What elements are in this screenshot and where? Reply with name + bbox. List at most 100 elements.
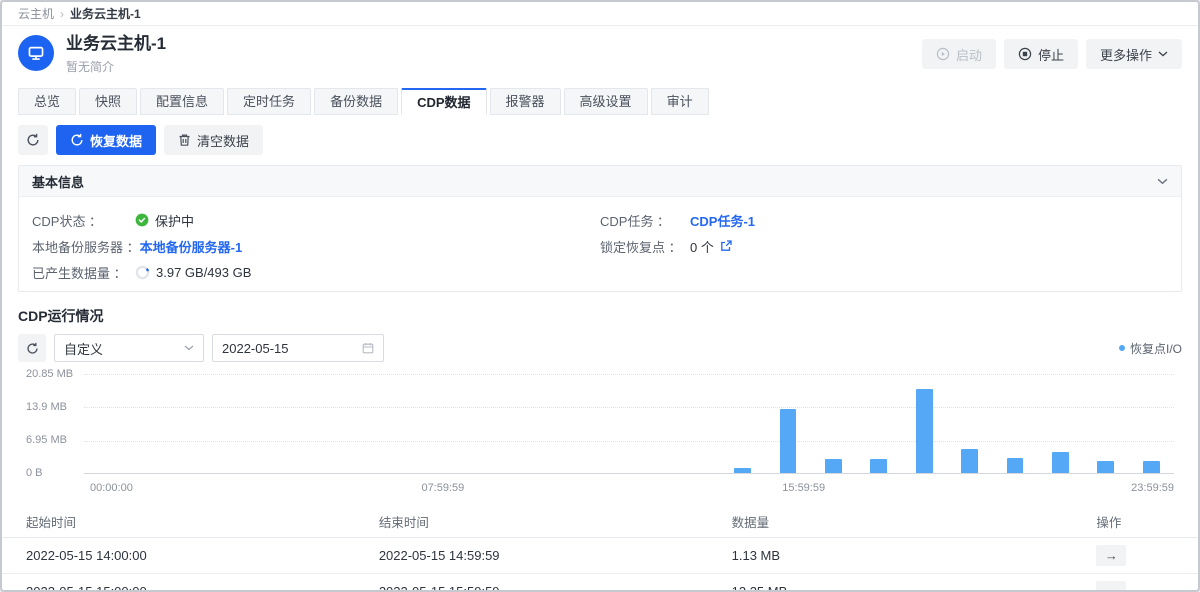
- vm-avatar: [18, 35, 54, 71]
- vm-detail-window: 云主机 › 业务云主机-1 业务云主机-1 暂无简介 启动: [0, 0, 1200, 592]
- basic-info-body: CDP状态 ： 保护中 本地备份服务器 ： 本地备份服务器-1 已产生数据量 ：: [19, 197, 1181, 291]
- chart-bar: [961, 449, 978, 473]
- range-select[interactable]: 自定义: [54, 334, 204, 362]
- basic-info-title: 基本信息: [32, 172, 84, 191]
- trash-icon: [178, 133, 191, 147]
- monitor-icon: [27, 44, 45, 62]
- table-header-row: 起始时间 结束时间 数据量 操作: [2, 506, 1198, 538]
- tab-bar: 总览 快照 配置信息 定时任务 备份数据 CDP数据 报警器 高级设置 审计: [2, 88, 1198, 115]
- basic-info-left-col: CDP状态 ： 保护中 本地备份服务器 ： 本地备份服务器-1 已产生数据量 ：: [32, 207, 600, 285]
- cdp-status-value: 保护中: [155, 211, 194, 230]
- cdp-status-row: CDP状态 ： 保护中: [32, 207, 600, 233]
- y-tick-3: 0 B: [26, 467, 43, 479]
- legend-dot-icon: [1119, 345, 1125, 351]
- y-tick-2: 6.95 MB: [26, 434, 67, 446]
- refresh-icon: [26, 133, 40, 147]
- row-restore-button[interactable]: →: [1096, 581, 1126, 592]
- cdp-task-link[interactable]: CDP任务-1: [690, 211, 755, 230]
- cdp-toolbar: 恢复数据 清空数据: [2, 125, 1198, 155]
- arrow-right-icon: →: [1105, 548, 1118, 563]
- col-actions: 操作: [1072, 512, 1198, 531]
- x-tick-1: 07:59:59: [421, 482, 464, 494]
- y-tick-0: 20.85 MB: [26, 368, 73, 380]
- tab-alerts[interactable]: 报警器: [490, 88, 561, 115]
- refresh-button[interactable]: [18, 125, 48, 155]
- tab-scheduled-tasks[interactable]: 定时任务: [227, 88, 311, 115]
- basic-info-panel: 基本信息 CDP状态 ： 保护中 本地备份服务器 ： 本: [18, 165, 1182, 292]
- locked-points-value: 0 个: [690, 237, 714, 256]
- basic-info-right-col: CDP任务 ： CDP任务-1 锁定恢复点 ： 0 个: [600, 207, 1168, 285]
- chart-bar: [870, 459, 887, 473]
- date-picker[interactable]: 2022-05-15: [212, 334, 384, 362]
- restore-data-label: 恢复数据: [90, 131, 142, 150]
- cell-end-time: 2022-05-15 15:59:59: [355, 584, 708, 592]
- tab-snapshot[interactable]: 快照: [79, 88, 137, 115]
- more-actions-label: 更多操作: [1100, 45, 1152, 64]
- tab-backup-data[interactable]: 备份数据: [314, 88, 398, 115]
- chart-bar: [1052, 452, 1069, 473]
- page-title: 业务云主机-1: [66, 33, 166, 55]
- stop-button[interactable]: 停止: [1004, 39, 1078, 69]
- backup-server-row: 本地备份服务器 ： 本地备份服务器-1: [32, 233, 600, 259]
- table-row: 2022-05-15 14:00:00 2022-05-15 14:59:59 …: [2, 538, 1198, 574]
- row-restore-button[interactable]: →: [1096, 545, 1126, 566]
- chart-bar: [1007, 458, 1024, 473]
- chart-bar: [1097, 461, 1114, 473]
- stop-circle-icon: [1018, 47, 1032, 61]
- chart-plot: [84, 374, 1174, 474]
- page-header: 业务云主机-1 暂无简介 启动 停止 更多操作: [2, 26, 1198, 82]
- tab-overview[interactable]: 总览: [18, 88, 76, 115]
- play-circle-icon: [936, 47, 950, 61]
- generated-data-label: 已产生数据量 ：: [32, 263, 135, 282]
- usage-donut-icon: [135, 265, 150, 280]
- range-select-value: 自定义: [64, 339, 103, 358]
- tab-audit[interactable]: 审计: [651, 88, 709, 115]
- legend-label: 恢复点I/O: [1130, 340, 1182, 357]
- chart-controls: 自定义 2022-05-15 恢复点I/O: [18, 334, 1182, 362]
- col-end-time: 结束时间: [355, 512, 708, 531]
- clear-data-label: 清空数据: [197, 131, 249, 150]
- cell-data-volume: 1.13 MB: [708, 548, 1073, 563]
- backup-server-link[interactable]: 本地备份服务器-1: [140, 237, 243, 256]
- external-link-icon[interactable]: [720, 240, 732, 252]
- chart-refresh-button[interactable]: [18, 334, 46, 362]
- page-subtitle: 暂无简介: [66, 58, 166, 75]
- restore-data-button[interactable]: 恢复数据: [56, 125, 156, 155]
- basic-info-header[interactable]: 基本信息: [19, 166, 1181, 197]
- cell-end-time: 2022-05-15 14:59:59: [355, 548, 708, 563]
- breadcrumb-separator-icon: ›: [60, 7, 64, 21]
- tab-advanced-settings[interactable]: 高级设置: [564, 88, 648, 115]
- table-row: 2022-05-15 15:00:00 2022-05-15 15:59:59 …: [2, 574, 1198, 592]
- chart-bar: [780, 409, 797, 473]
- clear-data-button[interactable]: 清空数据: [164, 125, 263, 155]
- breadcrumb: 云主机 › 业务云主机-1: [2, 2, 1198, 26]
- chart-bar: [734, 468, 751, 473]
- calendar-icon: [362, 342, 374, 354]
- cell-start-time: 2022-05-15 15:00:00: [2, 584, 355, 592]
- generated-data-row: 已产生数据量 ： 3.97 GB/493 GB: [32, 259, 600, 285]
- cdp-task-label: CDP任务 ：: [600, 211, 690, 230]
- tab-config[interactable]: 配置信息: [140, 88, 224, 115]
- start-button[interactable]: 启动: [922, 39, 996, 69]
- locked-points-row: 锁定恢复点 ： 0 个: [600, 233, 1168, 259]
- x-tick-3: 23:59:59: [1131, 482, 1174, 494]
- refresh-icon: [26, 342, 39, 355]
- cell-data-volume: 13.25 MB: [708, 584, 1073, 592]
- cell-start-time: 2022-05-15 14:00:00: [2, 548, 355, 563]
- chart-bar: [916, 389, 933, 473]
- chevron-down-icon: [1158, 51, 1168, 57]
- more-actions-button[interactable]: 更多操作: [1086, 39, 1182, 69]
- recovery-points-table: 起始时间 结束时间 数据量 操作 2022-05-15 14:00:00 202…: [2, 506, 1198, 592]
- tab-cdp-data[interactable]: CDP数据: [401, 88, 486, 115]
- collapse-chevron-icon[interactable]: [1157, 178, 1168, 185]
- cdp-task-row: CDP任务 ： CDP任务-1: [600, 207, 1168, 233]
- chevron-down-icon: [184, 345, 194, 351]
- cdp-io-chart: 20.85 MB 13.9 MB 6.95 MB 0 B 00:00:00 07…: [18, 368, 1182, 494]
- stop-button-label: 停止: [1038, 45, 1064, 64]
- breadcrumb-parent[interactable]: 云主机: [18, 5, 54, 22]
- breadcrumb-current: 业务云主机-1: [70, 5, 141, 22]
- col-data-volume: 数据量: [708, 512, 1073, 531]
- cdp-status-label: CDP状态 ：: [32, 211, 135, 230]
- start-button-label: 启动: [956, 45, 982, 64]
- cdp-status-section-title: CDP运行情况: [18, 306, 1182, 326]
